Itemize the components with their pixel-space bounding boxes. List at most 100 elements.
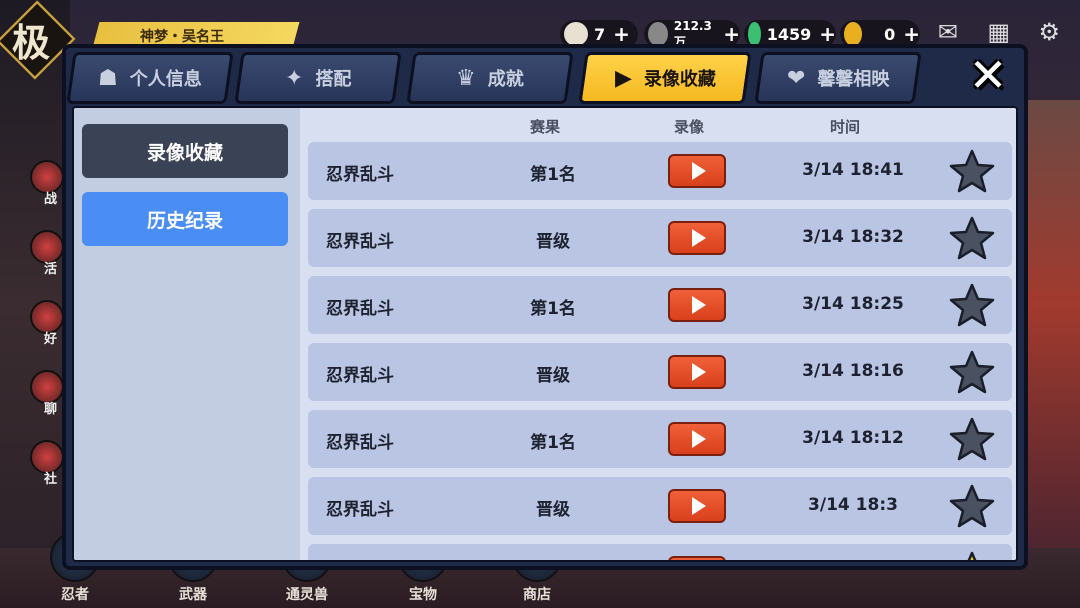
cell-time: 3/14 18:32 bbox=[802, 227, 904, 247]
gear-icon[interactable]: ⚙ bbox=[1038, 18, 1060, 46]
play-icon bbox=[692, 296, 706, 314]
sidebar-item-label: 历史纪录 bbox=[146, 209, 223, 232]
tab-label: 录像收藏 bbox=[643, 69, 716, 90]
favorite-star-icon[interactable] bbox=[948, 282, 996, 328]
sidebar-item-favorites[interactable]: 录像收藏 bbox=[82, 124, 288, 178]
onigiri-icon bbox=[564, 22, 588, 46]
table-row: 忍界乱斗 第1名 3/14 18:12 bbox=[308, 410, 1012, 468]
side-menu-item[interactable]: 好 bbox=[30, 300, 64, 347]
side-menu-label: 活 bbox=[44, 262, 58, 277]
cell-time: 3/14 18:41 bbox=[802, 160, 904, 180]
jade-icon bbox=[748, 22, 761, 46]
background-right bbox=[1020, 100, 1080, 608]
tab-replay-favorites[interactable]: ▶ 录像收藏 bbox=[578, 52, 752, 104]
table-row: 忍界乱斗 第1名 3/14 18:25 bbox=[308, 276, 1012, 334]
favorite-star-icon[interactable] bbox=[948, 215, 996, 261]
replay-table: 赛果 录像 时间 忍界乱斗 第1名 3/14 18:41 忍界乱斗 晋级 3/1… bbox=[300, 108, 1016, 562]
play-icon bbox=[692, 363, 706, 381]
table-header: 赛果 录像 时间 bbox=[300, 108, 1016, 142]
favorite-star-icon[interactable] bbox=[948, 349, 996, 395]
side-menu-label: 好 bbox=[44, 332, 58, 347]
side-menu-item[interactable]: 社 bbox=[30, 440, 64, 487]
cell-mode: 忍界乱斗 bbox=[326, 232, 394, 252]
favorite-star-icon[interactable] bbox=[948, 483, 996, 529]
table-row: 忍界乱斗 晋级 3/14 18:32 bbox=[308, 209, 1012, 267]
nav-label: 宝物 bbox=[409, 587, 437, 603]
cell-result: 晋级 bbox=[536, 500, 570, 520]
cell-result: 第1名 bbox=[530, 165, 576, 185]
gold-key-icon bbox=[844, 22, 863, 46]
tab-outfit[interactable]: ✦ 搭配 bbox=[234, 52, 402, 104]
shop-icon[interactable]: ▦ bbox=[987, 18, 1010, 46]
plus-icon[interactable]: + bbox=[723, 22, 740, 46]
nav-label: 通灵兽 bbox=[286, 587, 328, 603]
rank-emblem-text: 极 bbox=[12, 20, 51, 65]
play-icon bbox=[692, 430, 706, 448]
currency-value: 0 bbox=[884, 24, 896, 44]
play-replay-button[interactable] bbox=[668, 154, 726, 188]
content-area: 录像收藏 历史纪录 赛果 录像 时间 忍界乱斗 第1名 3/14 18:41 忍… bbox=[72, 106, 1018, 562]
sidebar-item-label: 录像收藏 bbox=[146, 141, 223, 164]
side-menu-label: 战 bbox=[44, 192, 58, 207]
side-menu-label: 聊 bbox=[44, 402, 58, 417]
play-icon bbox=[692, 497, 706, 515]
currency-value: 7 bbox=[594, 24, 606, 44]
table-row: 忍界乱斗 晋级 3/14 18:3 bbox=[308, 477, 1012, 535]
cell-time: 3/14 18:25 bbox=[802, 294, 904, 314]
play-replay-button[interactable] bbox=[668, 422, 726, 456]
play-icon: ▶ bbox=[614, 65, 632, 91]
play-icon bbox=[692, 229, 706, 247]
hearts-icon: ❤ bbox=[786, 65, 806, 91]
header-time: 时间 bbox=[829, 118, 860, 136]
plus-icon[interactable]: + bbox=[819, 22, 836, 46]
nav-label: 忍者 bbox=[61, 587, 89, 603]
tab-label: 个人信息 bbox=[129, 69, 202, 90]
play-replay-button[interactable] bbox=[668, 489, 726, 523]
coin-icon bbox=[648, 22, 668, 46]
side-menu-item[interactable]: 活 bbox=[30, 230, 64, 277]
mail-icon[interactable]: ✉ bbox=[938, 18, 958, 46]
tab-companion[interactable]: ❤ 馨馨相映 bbox=[754, 52, 922, 104]
player-name: 神梦・吴名王 bbox=[140, 29, 224, 45]
cell-mode: 忍界乱斗 bbox=[326, 433, 394, 453]
tab-label: 成就 bbox=[487, 69, 524, 90]
tab-achievement[interactable]: ♛ 成就 bbox=[406, 52, 574, 104]
tab-bar: ☗ 个人信息 ✦ 搭配 ♛ 成就 ▶ 录像收藏 ❤ 馨馨相映 bbox=[66, 52, 940, 104]
header-video: 录像 bbox=[673, 118, 704, 136]
nav-label: 商店 bbox=[523, 587, 551, 603]
tab-label: 搭配 bbox=[315, 69, 352, 90]
cell-result: 晋级 bbox=[536, 366, 570, 386]
cell-mode: 忍界乱斗 bbox=[326, 299, 394, 319]
favorite-star-icon[interactable] bbox=[948, 148, 996, 194]
plus-icon[interactable]: + bbox=[613, 22, 630, 46]
sidebar-item-history[interactable]: 历史纪录 bbox=[82, 192, 288, 246]
favorite-star-icon[interactable] bbox=[948, 416, 996, 462]
nav-label: 武器 bbox=[179, 587, 207, 603]
plus-icon[interactable]: + bbox=[903, 22, 920, 46]
cell-mode: 忍界乱斗 bbox=[326, 500, 394, 520]
cell-mode: 忍界乱斗 bbox=[326, 366, 394, 386]
side-menu-item[interactable]: 聊 bbox=[30, 370, 64, 417]
close-button[interactable]: ✕ bbox=[960, 50, 1016, 100]
table-row: 忍界乱斗 晋级 3/14 18:16 bbox=[308, 343, 1012, 401]
play-replay-button[interactable] bbox=[668, 221, 726, 255]
cell-time: 3/14 18:16 bbox=[802, 361, 904, 381]
table-row: 忍界乱斗 第1名 3/14 18:41 bbox=[308, 142, 1012, 200]
favorite-star-icon[interactable] bbox=[948, 550, 996, 562]
play-replay-button[interactable] bbox=[668, 355, 726, 389]
cell-time: 3/14 18:12 bbox=[802, 428, 904, 448]
cell-result: 第1名 bbox=[530, 299, 576, 319]
cell-result: 晋级 bbox=[536, 232, 570, 252]
currency-value: 1459 bbox=[766, 24, 812, 44]
trophy-icon: ♛ bbox=[456, 65, 476, 91]
shuriken-icon: ✦ bbox=[284, 65, 304, 91]
side-menu-label: 社 bbox=[44, 472, 58, 487]
play-replay-button[interactable] bbox=[668, 288, 726, 322]
side-menu-item[interactable]: 战 bbox=[30, 160, 64, 207]
tab-personal-info[interactable]: ☗ 个人信息 bbox=[66, 52, 234, 104]
sidebar: 录像收藏 历史纪录 bbox=[74, 108, 300, 560]
cell-result: 第1名 bbox=[530, 433, 576, 453]
play-replay-button[interactable] bbox=[668, 556, 726, 560]
header-result: 赛果 bbox=[529, 118, 560, 136]
cell-mode: 忍界乱斗 bbox=[326, 165, 394, 185]
